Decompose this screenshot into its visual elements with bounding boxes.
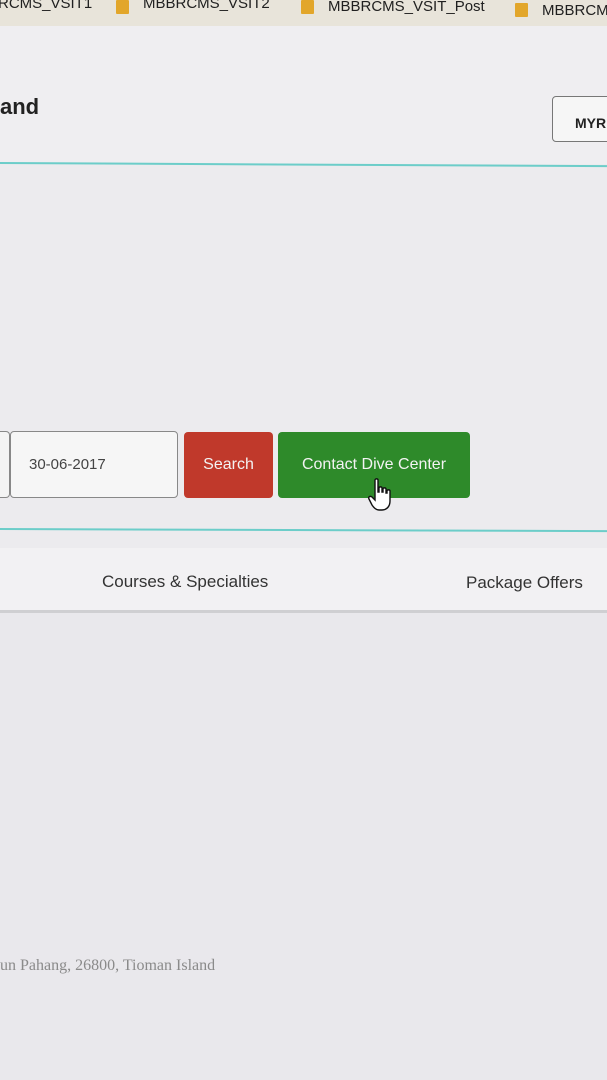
tab-bar: Courses & Specialties Package Offers <box>0 548 607 613</box>
currency-selector[interactable]: MYR <box>552 96 607 142</box>
search-button[interactable]: Search <box>184 432 273 498</box>
tab-package-offers[interactable]: Package Offers <box>466 573 583 593</box>
bookmark-folder-icon <box>116 0 129 14</box>
search-divider <box>0 528 607 533</box>
bookmark-rcms-vsit1[interactable]: RCMS_VSIT1 <box>0 0 92 12</box>
bookmarks-bar: RCMS_VSIT1 MBBRCMS_VSIT2 MBBRCMS_VSIT_Po… <box>0 0 607 27</box>
footer-address: un Pahang, 26800, Tioman Island <box>0 957 216 974</box>
tab-courses-specialties[interactable]: Courses & Specialties <box>102 572 268 592</box>
bookmark-mbbrcms-vsit2[interactable]: MBBRCMS_VSIT2 <box>143 0 270 12</box>
checkin-date-field[interactable] <box>0 431 10 498</box>
checkout-date-field[interactable] <box>10 431 178 498</box>
main-content <box>0 613 607 1080</box>
bookmark-mbbrcms-vsit-post[interactable]: MBBRCMS_VSIT_Post <box>328 0 485 15</box>
site-header <box>0 26 607 164</box>
site-title: and <box>0 94 40 119</box>
bookmark-mbbrcm[interactable]: MBBRCM <box>542 2 607 19</box>
bookmark-folder-icon <box>515 3 528 17</box>
hand-cursor-icon <box>368 478 391 511</box>
bookmark-folder-icon <box>301 0 314 14</box>
